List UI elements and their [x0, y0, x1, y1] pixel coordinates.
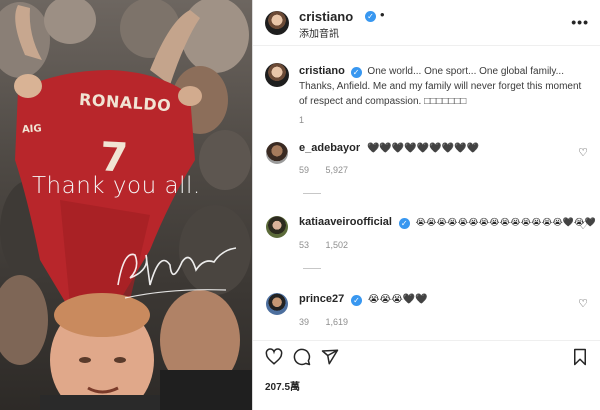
caption-time: 1 [299, 115, 305, 125]
comment-likes[interactable]: 5,927 [326, 165, 349, 175]
comment-username[interactable]: e_adebayor [299, 142, 360, 154]
comment-avatar[interactable] [266, 216, 288, 238]
comment-meta: 53 1,502 [299, 240, 362, 250]
comment-avatar[interactable] [266, 142, 288, 164]
likes-count[interactable]: 207.5萬 [265, 378, 300, 393]
comment-avatar[interactable] [266, 293, 288, 315]
comment-time: 53 [299, 240, 310, 250]
shirt-sponsor: AIG [21, 123, 43, 136]
comment-row: katiaaveiroofficial ✓ 😭😭😭😭😭😭😭😭😭😭😭😭😭😭🖤😭🖤 [299, 216, 596, 229]
comment-like-icon[interactable]: ♡ [578, 146, 588, 159]
comment-like-icon[interactable]: ♡ [578, 297, 588, 310]
caption: cristiano ✓ One world... One sport... On… [299, 64, 591, 109]
comment-time: 59 [299, 165, 310, 175]
comment-time: 39 [299, 317, 310, 327]
post-header: cristiano ✓ • 添加音訊 ••• [253, 0, 600, 46]
header-username[interactable]: cristiano [299, 9, 353, 24]
caption-avatar[interactable] [265, 63, 289, 87]
comment-username[interactable]: katiaaveiroofficial [299, 216, 392, 228]
comment-row: e_adebayor 🖤🖤🖤🖤🖤🖤🖤🖤🖤 [299, 142, 479, 154]
post-media[interactable]: RONALDO AIG 7 Thank you all. [0, 0, 252, 410]
comment-username[interactable]: prince27 [299, 293, 344, 305]
heart-icon[interactable] [265, 348, 283, 366]
verified-icon: ✓ [365, 11, 376, 22]
more-options-icon[interactable]: ••• [571, 14, 589, 30]
comment-icon[interactable] [293, 348, 311, 366]
comment-body: 😭😭😭🖤🖤 [367, 294, 428, 305]
comment-body: 🖤🖤🖤🖤🖤🖤🖤🖤🖤 [366, 143, 479, 154]
verified-icon: ✓ [350, 67, 362, 78]
crowd-photo [0, 0, 252, 410]
avatar[interactable] [265, 11, 289, 35]
separator-dot: • [380, 7, 385, 22]
comment-likes[interactable]: 1,619 [326, 317, 349, 327]
media-caption: Thank you all. [32, 173, 201, 199]
comment-meta: 59 5,927 [299, 165, 362, 175]
view-replies-line[interactable] [303, 268, 321, 269]
post-details-panel: cristiano ✓ • 添加音訊 ••• cristiano ✓ One w… [252, 0, 600, 410]
header-subtitle[interactable]: 添加音訊 [299, 25, 339, 40]
comment-body: 😭😭😭😭😭😭😭😭😭😭😭😭😭😭🖤😭🖤 [415, 217, 596, 227]
verified-icon: ✓ [398, 218, 410, 229]
comment-likes[interactable]: 1,502 [326, 240, 349, 250]
comment-like-icon[interactable]: ♡ [578, 219, 588, 232]
verified-icon: ✓ [351, 295, 363, 306]
caption-username[interactable]: cristiano [299, 65, 345, 77]
comment-meta: 39 1,619 [299, 317, 362, 327]
comment-row: prince27 ✓ 😭😭😭🖤🖤 [299, 293, 428, 306]
caption-meta: 1 [299, 115, 318, 125]
bookmark-icon[interactable] [571, 348, 589, 366]
share-icon[interactable] [321, 348, 339, 366]
view-replies-line[interactable] [303, 193, 321, 194]
